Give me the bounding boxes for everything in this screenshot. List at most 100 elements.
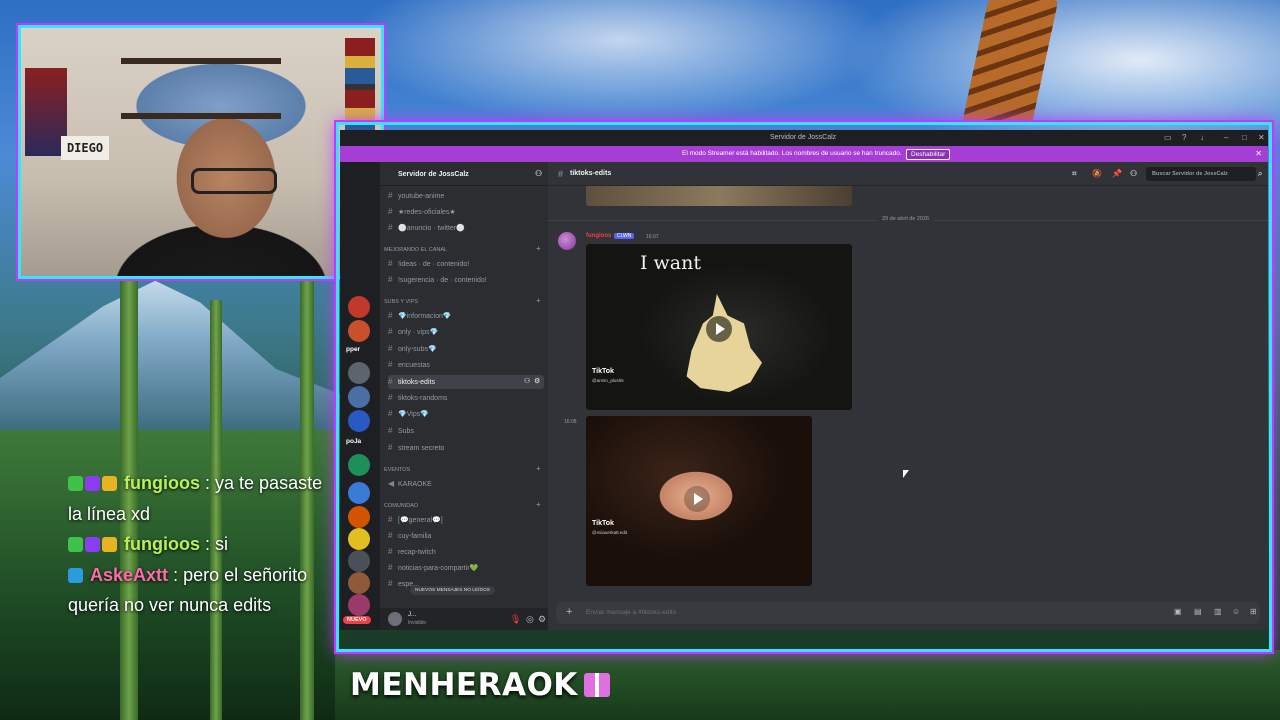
channel-label: ★redes-oficiales★: [398, 209, 456, 216]
channel-tiktoks-edits[interactable]: # tiktoks-edits ⚇ ⚙: [388, 375, 544, 389]
previous-media-attachment[interactable]: [586, 186, 852, 206]
message-input[interactable]: Enviar mensaje a #tiktoks-edits: [586, 609, 676, 616]
server-icon[interactable]: [348, 482, 370, 504]
channel-cuy-familia[interactable]: # cuy-familia: [388, 529, 544, 543]
disable-streamer-mode-button[interactable]: Deshabilitar: [906, 149, 951, 160]
server-icon[interactable]: [348, 320, 370, 342]
message-author[interactable]: fungioos: [586, 233, 611, 239]
video-attachment[interactable]: TikTok @miiauerkatt.edit: [586, 416, 812, 586]
gift-icon[interactable]: ▣: [1174, 607, 1182, 616]
channel-noticias[interactable]: # noticias-para-compartir💚: [388, 561, 544, 575]
help-icon[interactable]: ?: [1182, 133, 1186, 142]
avatar[interactable]: [388, 612, 402, 626]
server-icon[interactable]: [348, 410, 370, 432]
hash-icon: #: [388, 360, 393, 369]
hash-icon: #: [388, 547, 393, 556]
channel-encuestas[interactable]: # encuestas: [388, 358, 544, 372]
mic-muted-icon[interactable]: 🎙: [510, 614, 521, 625]
category-subs-y-vips[interactable]: Subs y VIPS: [384, 299, 418, 305]
category-mejorando-el-canal[interactable]: MEJORANDO EL CANAL: [384, 247, 447, 253]
channel-subs[interactable]: # Subs: [388, 424, 544, 438]
category-eventos[interactable]: EVENTOS: [384, 467, 410, 473]
add-channel-icon[interactable]: +: [536, 464, 541, 473]
server-header[interactable]: Servidor de JossCalz ⚇: [380, 162, 548, 186]
channel-anuncio-twitter[interactable]: # ⚪anuncio · twitter⚪: [388, 221, 544, 235]
server-icon[interactable]: [348, 454, 370, 476]
channel-general[interactable]: # [💬general💬]: [388, 513, 544, 527]
new-messages-badge[interactable]: NUEVO: [343, 616, 371, 624]
channel-label: cuy-familia: [398, 533, 432, 540]
server-label: pper: [346, 346, 361, 353]
add-member-icon[interactable]: ⚇: [535, 169, 542, 178]
channel-redes-oficiales[interactable]: # ★redes-oficiales★: [388, 205, 544, 219]
invite-icon[interactable]: ⚇: [524, 375, 530, 389]
search-input[interactable]: Buscar Servidor de JossCalz: [1146, 167, 1256, 181]
arrow-badge-icon: [68, 567, 83, 583]
search-icon[interactable]: ⌕: [1258, 169, 1262, 179]
members-icon[interactable]: ⚇: [1130, 169, 1137, 178]
hash-icon: #: [388, 275, 393, 284]
headphones-icon[interactable]: ◎: [526, 614, 534, 625]
channel-ideas[interactable]: # !ideas · de · contenido!: [388, 257, 544, 271]
channel-only-vips[interactable]: # only · vips💎: [388, 325, 544, 339]
close-banner-icon[interactable]: ✕: [1255, 149, 1262, 158]
webcam-feed: DIEGO: [18, 25, 384, 279]
add-attachment-icon[interactable]: +: [566, 606, 572, 618]
channel-youtube-anime[interactable]: # youtube-anime: [388, 189, 544, 203]
server-icon[interactable]: [348, 594, 370, 616]
chat-message: fungioos : si: [68, 529, 338, 560]
notification-bell-icon[interactable]: 🔕: [1092, 169, 1102, 178]
unread-messages-pill[interactable]: NUEVOS MENSAJES NO LEÍDOS: [410, 586, 495, 595]
channel-only-subs[interactable]: # only-subs💎: [388, 342, 544, 356]
channel-vips[interactable]: # 💎Vips💎: [388, 407, 544, 421]
server-icon[interactable]: [348, 386, 370, 408]
server-icon[interactable]: [348, 296, 370, 318]
hash-icon: #: [388, 409, 393, 418]
category-comunidad[interactable]: Comunidad: [384, 503, 418, 509]
gear-icon[interactable]: ⚙: [534, 375, 540, 389]
emoji-icon[interactable]: ☺: [1232, 607, 1240, 616]
close-window-icon[interactable]: ✕: [1258, 133, 1265, 142]
pin-icon[interactable]: 📌: [1112, 169, 1122, 178]
play-icon[interactable]: [684, 486, 710, 512]
channel-recap-twitch[interactable]: # recap-twitch: [388, 545, 544, 559]
channel-karaoke[interactable]: ◀ KARAOKE: [388, 477, 544, 491]
channel-label: tiktoks-edits: [398, 379, 435, 386]
channel-label: Subs: [398, 428, 414, 435]
streamer-mode-banner: El modo Streamer está habilitado. Los no…: [340, 146, 1268, 162]
channel-sugerencia[interactable]: # !sugerencia · de · contenido!: [388, 273, 544, 287]
gif-icon[interactable]: ▤: [1194, 607, 1202, 616]
maximize-icon[interactable]: □: [1242, 133, 1247, 142]
chat-text: : si: [205, 534, 229, 554]
channel-stream-secreto[interactable]: # stream secreto: [388, 441, 544, 455]
settings-icon[interactable]: ⚙: [538, 614, 546, 625]
play-icon[interactable]: [706, 316, 732, 342]
channel-tiktoks-randoms[interactable]: # tiktoks-randoms: [388, 391, 544, 405]
minimize-icon[interactable]: –: [1224, 133, 1228, 142]
channel-sidebar: Servidor de JossCalz ⚇ # youtube-anime # ★…: [380, 162, 548, 630]
server-icon[interactable]: [348, 572, 370, 594]
avatar[interactable]: [558, 232, 576, 250]
video-attachment[interactable]: I want TikTok @armin_plush5: [586, 244, 852, 410]
channel-label: noticias-para-compartir💚: [398, 565, 479, 572]
user-name: J...: [408, 612, 417, 618]
window-titlebar: Servidor de JossCalz ▭ ? ↓ – □ ✕: [340, 130, 1268, 146]
apps-icon[interactable]: ⊞: [1250, 607, 1257, 616]
server-icon[interactable]: [348, 506, 370, 528]
download-icon[interactable]: ↓: [1200, 133, 1204, 142]
sticker-icon[interactable]: ▥: [1214, 607, 1222, 616]
server-icon[interactable]: [348, 362, 370, 384]
add-channel-icon[interactable]: +: [536, 500, 541, 509]
channel-informacion[interactable]: # 💎informacion💎: [388, 309, 544, 323]
server-icon[interactable]: [348, 528, 370, 550]
server-tag-badge: CLWN: [614, 233, 635, 239]
speaker-icon: ◀: [388, 479, 395, 488]
server-icon[interactable]: [348, 550, 370, 572]
threads-icon[interactable]: ⌗: [1072, 169, 1077, 179]
message-composer[interactable]: + Enviar mensaje a #tiktoks-edits ▣ ▤ ▥ …: [556, 602, 1260, 624]
hash-icon: #: [388, 223, 393, 232]
channel-label: youtube-anime: [398, 193, 445, 200]
inbox-icon[interactable]: ▭: [1164, 133, 1172, 142]
add-channel-icon[interactable]: +: [536, 296, 541, 305]
add-channel-icon[interactable]: +: [536, 244, 541, 253]
